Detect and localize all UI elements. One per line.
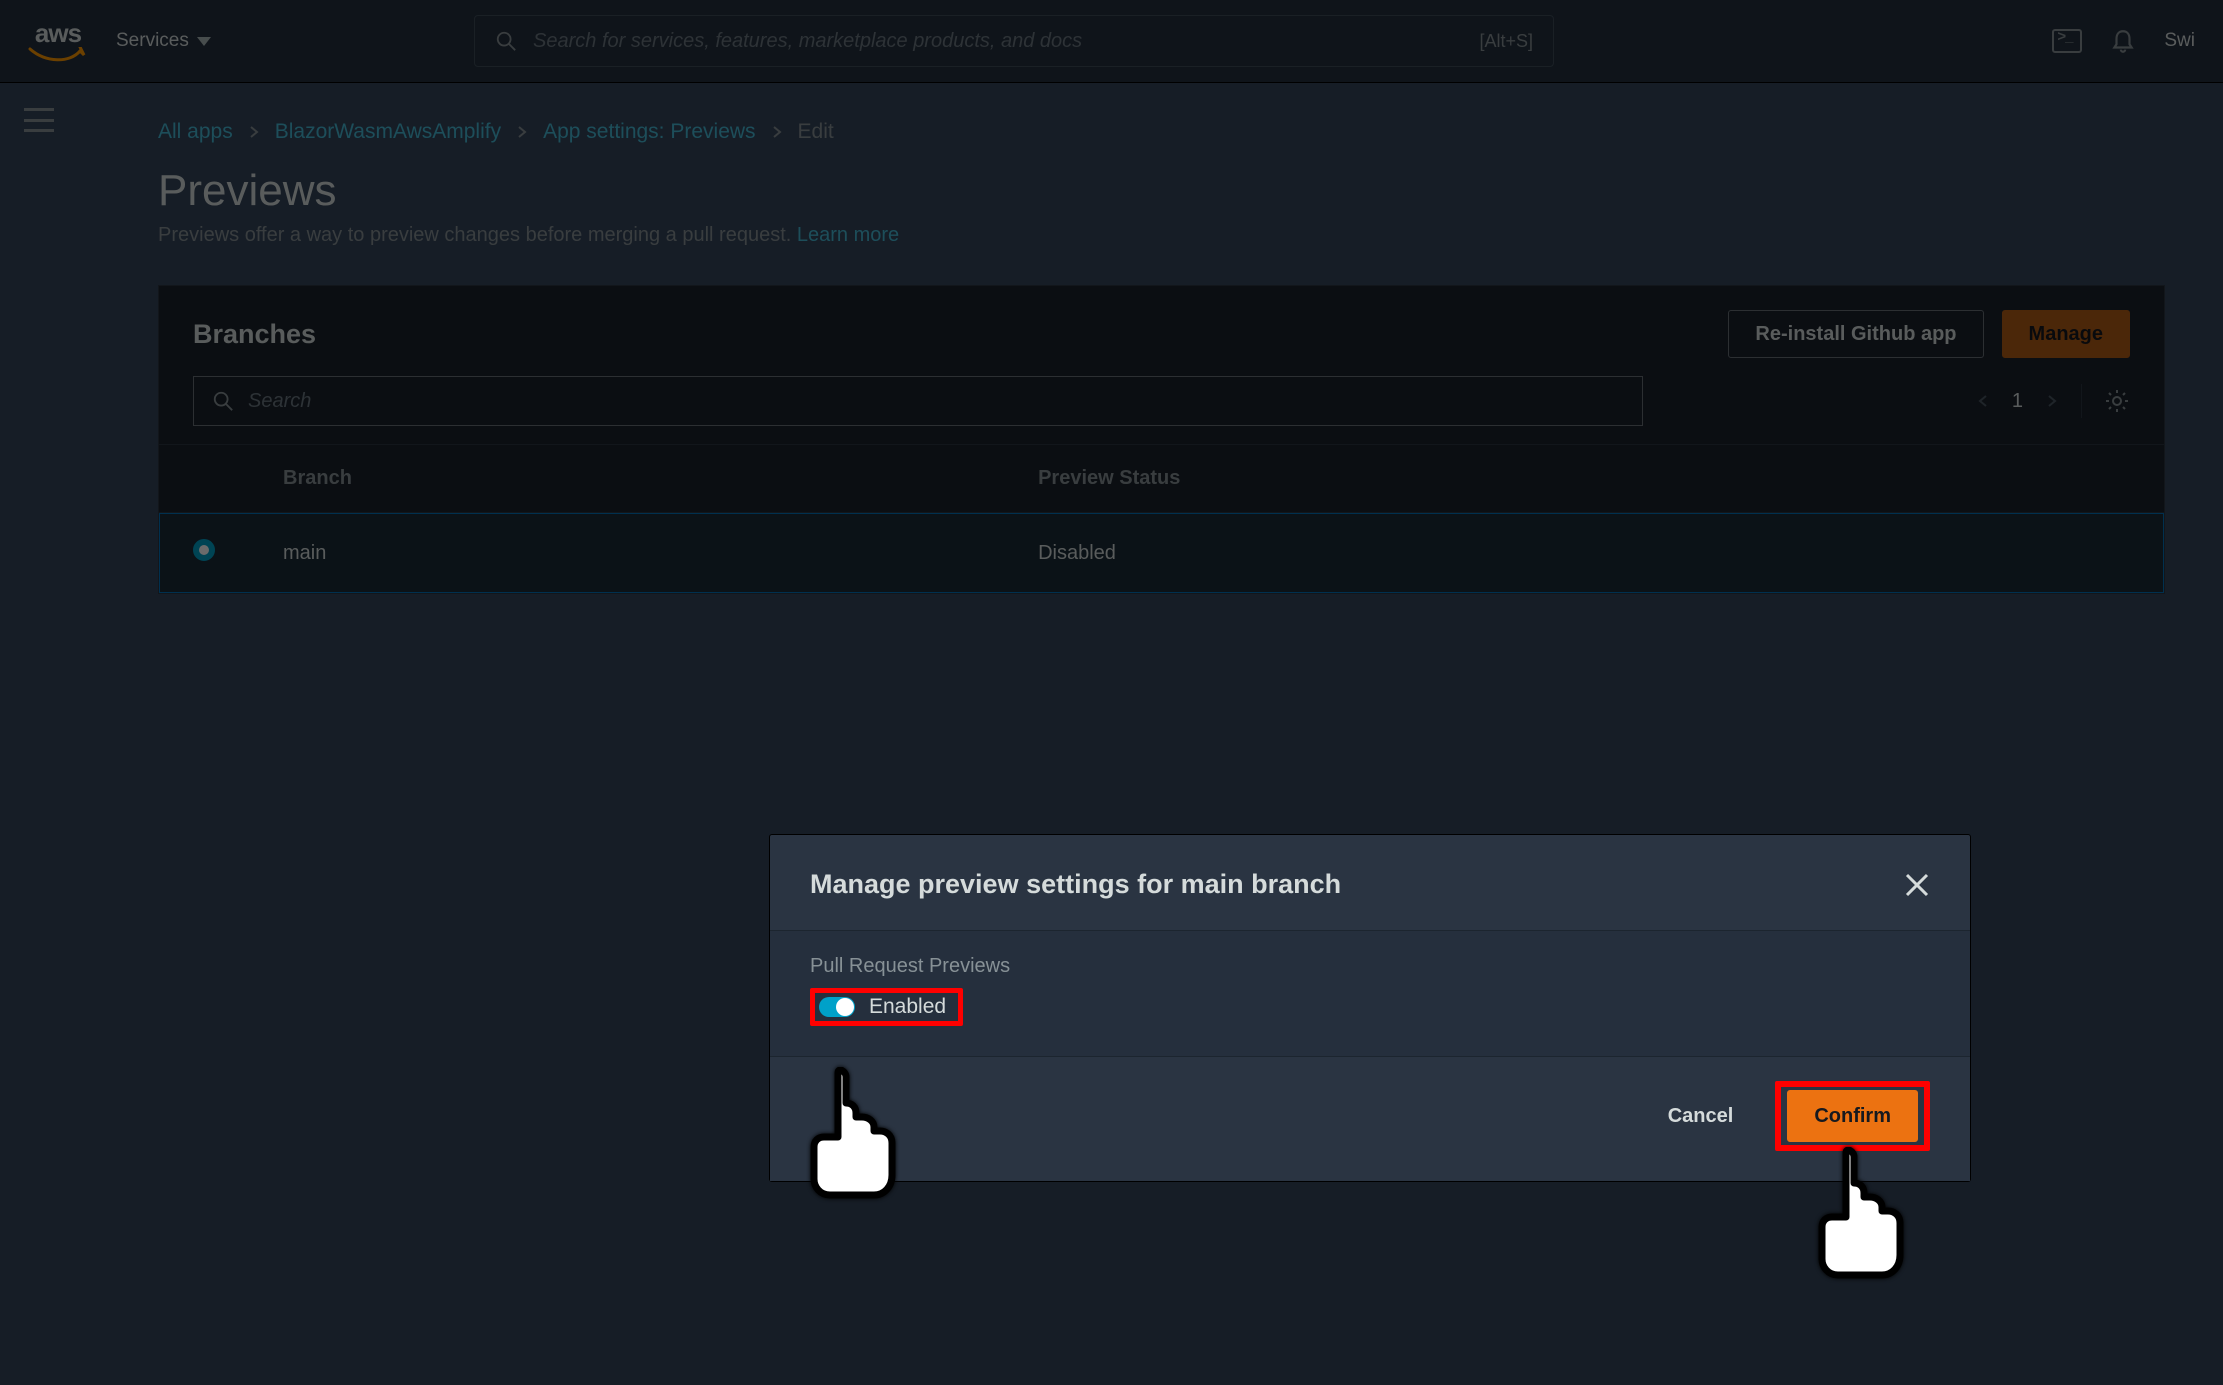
branches-panel: Branches Re-install Github app Manage 1 [158,285,2165,594]
search-icon [212,390,234,412]
chevron-right-icon [515,125,529,139]
table-row[interactable]: main Disabled [159,513,2164,594]
caret-down-icon [197,37,211,46]
cancel-button[interactable]: Cancel [1642,1092,1760,1140]
breadcrumb: All apps BlazorWasmAwsAmplify App settin… [158,120,2165,144]
aws-smile-icon [28,47,88,63]
side-nav-toggle[interactable] [24,108,54,132]
global-search-input[interactable] [531,29,1465,54]
page-subtitle: Previews offer a way to preview changes … [158,224,2165,247]
crumb-app[interactable]: BlazorWasmAwsAmplify [275,120,501,144]
chevron-right-icon [770,125,784,139]
services-label: Services [116,30,189,52]
confirm-highlight: Confirm [1775,1081,1930,1151]
page-title: Previews [158,166,2165,216]
branches-search[interactable] [193,376,1643,426]
col-status[interactable]: Preview Status [1004,445,2164,513]
learn-more-link[interactable]: Learn more [797,224,899,246]
chevron-right-icon [247,125,261,139]
enabled-highlight: Enabled [810,988,963,1026]
global-search[interactable]: [Alt+S] [474,15,1554,67]
col-select [159,445,249,513]
aws-logo[interactable]: aws [28,20,88,63]
pr-previews-label: Pull Request Previews [810,955,1930,978]
branches-table: Branch Preview Status main Disabled [159,444,2164,593]
cell-branch: main [249,513,1004,594]
branches-search-input[interactable] [246,389,1624,414]
pr-previews-toggle[interactable] [819,997,855,1017]
aws-logo-text: aws [35,20,81,46]
cloudshell-icon[interactable] [2052,29,2082,53]
modal-title: Manage preview settings for main branch [810,869,1341,900]
crumb-settings[interactable]: App settings: Previews [543,120,755,144]
manage-preview-modal: Manage preview settings for main branch … [770,835,1970,1181]
panel-title: Branches [193,319,316,350]
pager: 1 [1976,384,2130,418]
account-menu[interactable]: Swi [2164,30,2195,52]
services-dropdown[interactable]: Services [116,30,211,52]
notifications-icon[interactable] [2110,28,2136,54]
col-branch[interactable]: Branch [249,445,1004,513]
manage-button[interactable]: Manage [2002,310,2130,358]
page-next[interactable] [2045,394,2059,408]
gear-icon[interactable] [2104,388,2130,414]
crumb-all-apps[interactable]: All apps [158,120,233,144]
search-shortcut: [Alt+S] [1480,31,1534,52]
divider [2081,384,2082,418]
confirm-button[interactable]: Confirm [1787,1090,1918,1142]
toggle-state-label: Enabled [869,995,946,1019]
close-icon[interactable] [1904,872,1930,898]
row-radio[interactable] [193,539,215,561]
page-prev[interactable] [1976,394,1990,408]
reinstall-github-button[interactable]: Re-install Github app [1728,310,1983,358]
cell-status: Disabled [1004,513,2164,594]
top-nav: aws Services [Alt+S] Swi [0,0,2223,83]
page-number: 1 [2012,390,2023,413]
search-icon [495,30,517,52]
subtitle-text: Previews offer a way to preview changes … [158,224,797,246]
crumb-current: Edit [798,120,834,144]
